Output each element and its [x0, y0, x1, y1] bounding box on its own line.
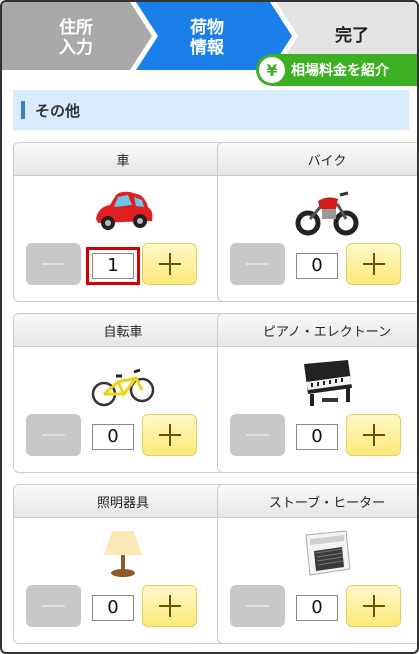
item-card-heater: ストーブ・ヒーター 0 [217, 484, 417, 644]
price-estimate-label: 相場料金を紹介 [291, 63, 389, 79]
decrement-button[interactable] [26, 585, 81, 627]
item-title: 自転車 [14, 314, 232, 347]
quantity-field[interactable]: 0 [92, 595, 134, 621]
increment-button[interactable] [142, 243, 197, 285]
section-accent-bar [21, 101, 25, 119]
lamp-icon [104, 531, 142, 577]
item-title: バイク [218, 143, 417, 176]
decrement-button[interactable] [230, 414, 285, 456]
quantity-field[interactable]: 0 [296, 595, 338, 621]
quantity-field[interactable]: 1 [86, 247, 140, 285]
decrement-button[interactable] [26, 243, 81, 285]
increment-button[interactable] [346, 243, 401, 285]
bicycle-icon [91, 368, 155, 407]
increment-button[interactable] [346, 414, 401, 456]
app-frame: 住所 入力 荷物 情報 完了 ¥ 相場料金を紹介 その他 車 1 バイク 0 自… [0, 0, 419, 654]
yen-icon: ¥ [259, 57, 285, 83]
increment-button[interactable] [142, 414, 197, 456]
car-icon [96, 191, 153, 230]
increment-button[interactable] [346, 585, 401, 627]
section-header: その他 [13, 90, 409, 130]
item-title: ストーブ・ヒーター [218, 485, 417, 518]
quantity-field[interactable]: 0 [92, 424, 134, 450]
motorcycle-icon [295, 191, 359, 236]
item-title: 車 [14, 143, 232, 176]
item-card-piano: ピアノ・エレクトーン 0 [217, 313, 417, 473]
decrement-button[interactable] [230, 243, 285, 285]
heater-icon [305, 530, 351, 576]
step-1-label: 住所 入力 [59, 18, 93, 58]
quantity-field[interactable]: 0 [296, 253, 338, 279]
step-3-label: 完了 [335, 26, 369, 46]
quantity-field[interactable]: 0 [296, 424, 338, 450]
item-card-car: 車 1 [13, 142, 233, 302]
item-card-lamp: 照明器具 0 [13, 484, 233, 644]
section-title: その他 [35, 101, 81, 120]
item-title: 照明器具 [14, 485, 232, 518]
decrement-button[interactable] [230, 585, 285, 627]
item-card-bicycle: 自転車 0 [13, 313, 233, 473]
increment-button[interactable] [142, 585, 197, 627]
step-2-label: 荷物 情報 [190, 18, 224, 58]
item-card-motorcycle: バイク 0 [217, 142, 417, 302]
item-title: ピアノ・エレクトーン [218, 314, 417, 347]
piano-icon [304, 360, 352, 406]
decrement-button[interactable] [26, 414, 81, 456]
price-estimate-button[interactable]: ¥ 相場料金を紹介 [256, 54, 417, 86]
